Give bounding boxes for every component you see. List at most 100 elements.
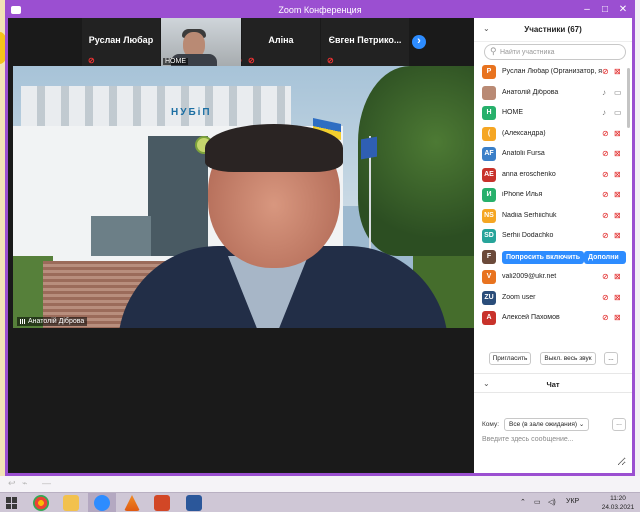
mic-muted-icon: ⊘ <box>327 56 334 65</box>
mic-muted-icon[interactable]: ⊘ <box>602 149 609 158</box>
participant-avatar: V <box>482 270 496 284</box>
maximize-icon[interactable]: □ <box>597 3 613 18</box>
next-page-button[interactable]: › <box>412 35 426 49</box>
camera-icon[interactable]: ▭ <box>614 108 622 117</box>
participant-name: Nadiia Serhiichuk <box>502 211 557 219</box>
participant-row[interactable]: ( (Александра) ⊘ ⊠ <box>474 125 632 145</box>
participant-row[interactable]: AF Anatolii Fursa ⊘ ⊠ <box>474 145 632 165</box>
participant-name: Анатолій Діброва <box>502 88 559 96</box>
chat-title: Чат <box>546 380 560 389</box>
mute-all-button[interactable]: Выкл. весь звук <box>540 352 596 365</box>
file-explorer-icon[interactable] <box>63 495 79 511</box>
thumbnail-video-tile[interactable]: HOME ⊘ <box>161 18 248 66</box>
building-window <box>91 216 151 256</box>
mic-muted-icon[interactable]: ⊘ <box>602 170 609 179</box>
participant-avatar: ( <box>482 126 496 141</box>
camera-off-icon[interactable]: ⊠ <box>614 149 621 158</box>
chevron-down-icon: ⌄ <box>578 421 585 428</box>
keyboard-language[interactable]: УКР <box>566 498 579 505</box>
mic-muted-icon[interactable]: ⊘ <box>602 293 609 302</box>
participant-row[interactable]: Анатолій Діброва ♪ ▭ <box>474 84 632 104</box>
chat-to-label: Кому: <box>482 421 499 428</box>
thumbnail-name: Євген Петрико... <box>328 35 402 45</box>
participant-row[interactable]: NS Nadiia Serhiichuk ⊘ ⊠ <box>474 207 632 227</box>
mic-muted-icon[interactable]: ⊘ <box>602 67 609 76</box>
participant-row[interactable]: A Алексей Пахомов ⊘ ⊠ <box>474 309 632 329</box>
active-speaker-video[interactable]: НУБіП Анатолій Діброва <box>13 66 474 328</box>
windows-start-icon[interactable] <box>6 497 18 509</box>
participant-name: Руслан Любар (Организатор, я) <box>502 68 602 75</box>
mic-muted-icon[interactable]: ⊘ <box>602 190 609 199</box>
meeting-area: Руслан Любар ⊘ HOME ⊘ Аліна ⊘ Євген Петр… <box>8 18 632 473</box>
thumbnail-tile[interactable]: Руслан Любар ⊘ <box>82 18 160 66</box>
close-icon[interactable]: ✕ <box>615 3 631 18</box>
participant-search[interactable]: ⚲ <box>484 44 626 60</box>
camera-icon[interactable]: ▭ <box>614 88 622 97</box>
participant-row[interactable]: ИiPhone Илья ⊘ ⊠ <box>474 186 632 206</box>
zoom-window: Zoom Конференция – □ ✕ Руслан Любар ⊘ HO… <box>5 0 635 476</box>
signal-icon <box>20 319 26 324</box>
mic-icon[interactable]: ♪ <box>602 88 606 97</box>
participant-row[interactable]: ZU Zoom user ⊘ ⊠ <box>474 289 632 309</box>
speaker-icon[interactable]: ◁) <box>548 498 556 506</box>
participant-name: anna eroschenko <box>502 170 556 178</box>
participant-avatar: A <box>482 311 496 325</box>
window-title: Zoom Конференция <box>278 5 362 15</box>
camera-off-icon[interactable]: ⊠ <box>614 272 621 281</box>
camera-off-icon[interactable]: ⊠ <box>614 231 621 240</box>
thumbnail-name: HOME <box>163 58 188 65</box>
mic-muted-icon[interactable]: ⊘ <box>602 272 609 281</box>
participant-name: vali2009@ukr.net <box>502 273 557 280</box>
title-bar: Zoom Конференция – □ ✕ <box>8 3 632 18</box>
participants-header: ⌄ Участники (67) <box>474 18 632 42</box>
more-button[interactable]: ... <box>604 352 618 365</box>
vlc-icon[interactable] <box>124 495 140 511</box>
participants-title: Участники (67) <box>524 25 582 34</box>
thumbnail-tile[interactable]: Аліна ⊘ <box>242 18 320 66</box>
network-icon[interactable]: ▭ <box>534 498 541 506</box>
mic-muted-icon: ⊘ <box>248 56 255 65</box>
mic-muted-icon[interactable]: ⊘ <box>602 211 609 220</box>
mic-muted-icon[interactable]: ⊘ <box>602 231 609 240</box>
chat-message-input[interactable] <box>482 436 626 466</box>
participant-search-input[interactable] <box>500 46 620 58</box>
participant-avatar: NS <box>482 208 496 223</box>
participant-avatar <box>482 85 496 100</box>
camera-off-icon[interactable]: ⊠ <box>614 313 621 322</box>
camera-off-icon[interactable]: ⊠ <box>614 211 621 220</box>
tray-chevron-icon[interactable]: ⌃ <box>520 498 526 506</box>
participant-name: Zoom user <box>502 293 536 301</box>
participant-name: HOME <box>502 109 523 116</box>
participant-avatar: F <box>482 249 496 264</box>
participant-row[interactable]: F Попросить включить Дополни <box>474 248 632 268</box>
chat-more-button[interactable]: ... <box>612 418 626 431</box>
more-options-button[interactable]: Дополни <box>584 250 626 264</box>
chat-recipient-select[interactable]: Все (в зале ожидания) ⌄ <box>504 418 590 431</box>
camera-off-icon[interactable]: ⊠ <box>614 293 621 302</box>
powerpoint-icon[interactable] <box>154 495 170 511</box>
thumbnail-tile[interactable]: Євген Петрико... ⊘ <box>321 18 409 66</box>
taskbar-clock[interactable]: 11:20 24.03.2021 <box>600 494 636 512</box>
participant-row[interactable]: AE anna eroschenko ⊘ ⊠ <box>474 166 632 186</box>
arrow-icon: ↩ <box>8 478 16 488</box>
mic-muted-icon[interactable]: ⊘ <box>602 129 609 138</box>
minimize-icon[interactable]: – <box>579 3 595 18</box>
participant-name: (Александра) <box>502 129 546 137</box>
speaker-hair <box>205 124 343 172</box>
zoom-taskbar-icon[interactable] <box>94 495 110 511</box>
participant-row[interactable]: Vvali2009@ukr.net ⊘ ⊠ <box>474 268 632 288</box>
participant-row[interactable]: H HOME ♪ ▭ <box>474 104 632 124</box>
camera-off-icon[interactable]: ⊠ <box>614 190 621 199</box>
camera-off-icon[interactable]: ⊠ <box>614 129 621 138</box>
mic-muted-icon[interactable]: ⊘ <box>602 313 609 322</box>
invite-button[interactable]: Пригласить <box>489 352 531 365</box>
thumbnail-strip: Руслан Любар ⊘ HOME ⊘ Аліна ⊘ Євген Петр… <box>8 18 474 66</box>
camera-off-icon[interactable]: ⊠ <box>614 170 621 179</box>
chrome-icon[interactable] <box>33 495 49 511</box>
participant-row[interactable]: SD Serhii Dodachko ⊘ ⊠ <box>474 227 632 247</box>
ask-unmute-button[interactable]: Попросить включить <box>502 250 585 264</box>
participant-row[interactable]: Р Руслан Любар (Организатор, я) ⊘ ⊠ <box>474 63 632 83</box>
camera-off-icon[interactable]: ⊠ <box>614 67 621 76</box>
mic-icon[interactable]: ♪ <box>602 108 606 117</box>
word-icon[interactable] <box>186 495 202 511</box>
